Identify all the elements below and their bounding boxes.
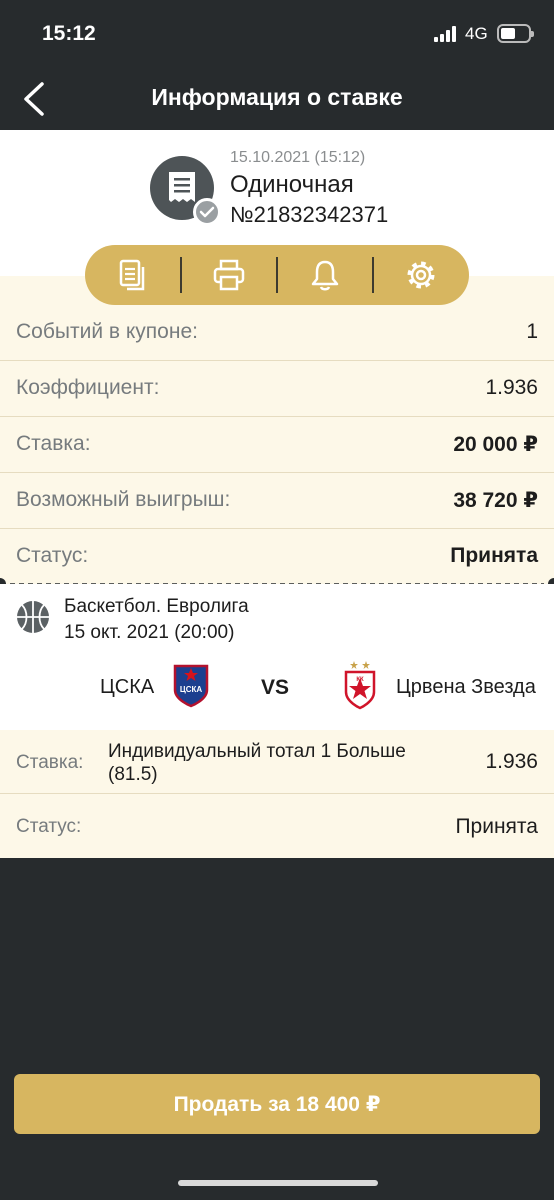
bell-icon (311, 260, 339, 291)
copy-icon (119, 259, 145, 291)
row-label: Возможный выигрыш: (16, 488, 231, 511)
signal-icon (434, 26, 460, 42)
versus-label: VS (261, 676, 290, 699)
row-label: Ставка: (16, 432, 91, 455)
selection-stake-label: Ставка: (16, 752, 84, 773)
selection-stake-row: Ставка: Индивидуальный тотал 1 Больше (8… (0, 730, 554, 794)
summary-row-events: Событий в купоне: 1 (0, 305, 554, 361)
action-bar (85, 245, 469, 305)
sell-button[interactable]: Продать за 18 400 ₽ (14, 1074, 540, 1134)
notify-button[interactable] (277, 245, 373, 305)
selection-odds: 1.936 (485, 750, 538, 773)
row-value: 38 720 ₽ (453, 489, 538, 512)
cska-logo-icon: ЦСКА (173, 664, 209, 708)
selection-details: Ставка: Индивидуальный тотал 1 Больше (8… (0, 730, 554, 858)
bet-summary: Событий в купоне: 1 Коэффициент: 1.936 С… (0, 276, 554, 584)
row-value: 1 (526, 320, 538, 343)
event-league: Баскетбол. Евролига (64, 596, 249, 617)
row-value: 20 000 ₽ (453, 433, 538, 456)
bet-number: №21832342371 (230, 202, 389, 227)
away-team-name: Црвена Звезда (396, 676, 536, 698)
settings-button[interactable] (373, 245, 469, 305)
row-label: Событий в купоне: (16, 320, 198, 343)
nav-bar: Информация о ставке (0, 68, 554, 130)
copy-button[interactable] (85, 245, 181, 305)
row-value: 1.936 (485, 376, 538, 399)
svg-text:КК: КК (356, 677, 364, 683)
selection-market: Индивидуальный тотал 1 Больше (81.5) (108, 741, 406, 785)
check-icon (193, 198, 221, 226)
status-time: 15:12 (42, 22, 96, 45)
status-bar: 15:12 4G (0, 0, 554, 68)
event-datetime: 15 окт. 2021 (20:00) (64, 622, 235, 643)
selection-status-label: Статус: (16, 816, 82, 837)
basketball-icon (17, 601, 49, 633)
print-button[interactable] (181, 245, 277, 305)
summary-row-payout: Возможный выигрыш: 38 720 ₽ (0, 473, 554, 529)
row-label: Коэффициент: (16, 376, 160, 399)
event-card: Баскетбол. Евролига 15 окт. 2021 (20:00)… (0, 584, 554, 730)
selection-status-value: Принята (455, 815, 538, 838)
bet-date: 15.10.2021 (15:12) (230, 149, 366, 166)
home-indicator[interactable] (178, 1180, 378, 1186)
bet-type: Одиночная (230, 171, 354, 198)
print-icon (213, 259, 245, 291)
summary-row-stake: Ставка: 20 000 ₽ (0, 417, 554, 473)
gear-icon (407, 261, 435, 289)
row-label: Статус: (16, 544, 89, 567)
page-title: Информация о ставке (151, 84, 403, 110)
crvena-zvezda-logo-icon: КК (344, 661, 376, 710)
row-value: Принята (450, 544, 538, 567)
battery-icon (497, 24, 534, 43)
home-team-name: ЦСКА (100, 676, 155, 698)
summary-row-odds: Коэффициент: 1.936 (0, 361, 554, 417)
svg-text:ЦСКА: ЦСКА (180, 685, 203, 694)
network-type: 4G (465, 24, 488, 43)
